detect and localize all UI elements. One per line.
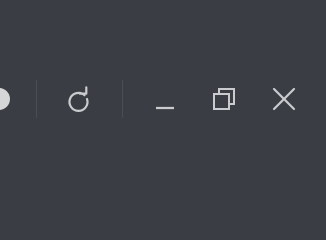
reload-icon xyxy=(63,84,93,114)
toolbar-divider xyxy=(122,80,123,118)
reload-button[interactable] xyxy=(63,84,93,114)
restore-button[interactable] xyxy=(209,84,239,114)
window-titlebar xyxy=(0,0,326,200)
circle-icon[interactable] xyxy=(0,88,10,110)
minimize-icon xyxy=(150,84,180,114)
close-button[interactable] xyxy=(269,84,299,114)
restore-icon xyxy=(209,84,239,114)
minimize-button[interactable] xyxy=(150,84,180,114)
toolbar-divider xyxy=(36,80,37,118)
close-icon xyxy=(269,84,299,114)
